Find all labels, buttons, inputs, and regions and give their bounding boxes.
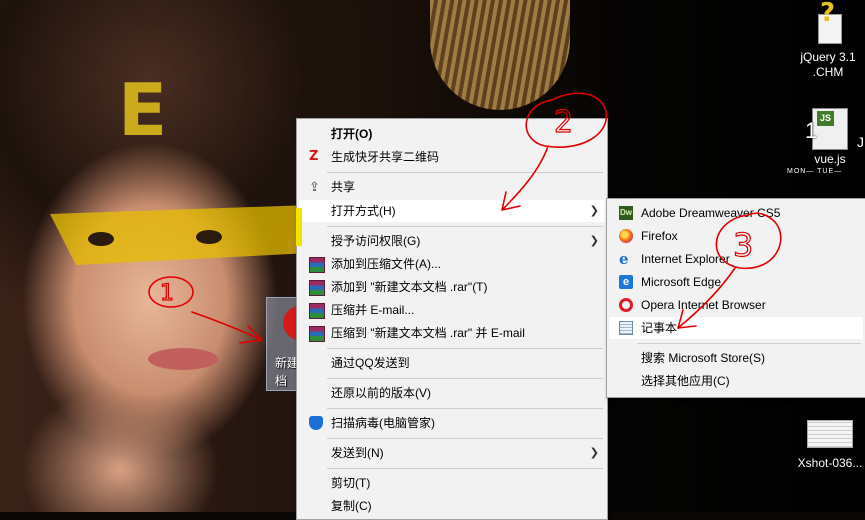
wallpaper-yellow-graphic: E bbox=[118, 68, 168, 152]
winrar-icon bbox=[309, 280, 325, 296]
menu-item-compress-rar-email[interactable]: 压缩到 "新建文本文档 .rar" 并 E-mail bbox=[299, 322, 605, 344]
winrar-icon bbox=[309, 257, 325, 273]
menu-item-add-to-rar[interactable]: 添加到 "新建文本文档 .rar"(T) bbox=[299, 276, 605, 298]
chm-file-icon: ? bbox=[814, 0, 842, 44]
menu-separator bbox=[637, 343, 861, 344]
desktop-icon-label: jQuery 3.1 bbox=[800, 50, 856, 64]
edge-icon: e bbox=[619, 275, 633, 289]
menu-item-grant-access[interactable]: 授予访问权限(G) ❯ bbox=[299, 230, 605, 252]
open-with-dreamweaver[interactable]: Dw Adobe Dreamweaver CS5 bbox=[609, 202, 863, 224]
desktop-icon-label: Xshot-036... bbox=[797, 456, 863, 470]
highlight-marker bbox=[296, 208, 302, 246]
menu-item-open-with[interactable]: 打开方式(H) ❯ bbox=[299, 200, 605, 222]
wallpaper-eye-left bbox=[88, 232, 114, 246]
chevron-right-icon: ❯ bbox=[589, 447, 599, 459]
dreamweaver-icon: Dw bbox=[619, 206, 633, 220]
share-icon: ⇪ bbox=[309, 179, 320, 194]
open-with-notepad[interactable]: 记事本 bbox=[609, 317, 863, 339]
menu-item-send-via-qq[interactable]: 通过QQ发送到 bbox=[299, 352, 605, 374]
wallpaper-lips bbox=[148, 348, 218, 370]
js-overlay-number: 1 bbox=[805, 118, 818, 143]
menu-item-copy[interactable]: 复制(C) bbox=[299, 495, 605, 517]
opera-icon bbox=[619, 298, 633, 312]
calendar-strip-text: MON— TUE— bbox=[787, 168, 843, 175]
menu-separator bbox=[327, 438, 603, 439]
desktop-icon-xshot[interactable]: Xshot-036... bbox=[795, 420, 865, 471]
wallpaper-eye-right bbox=[196, 230, 222, 244]
chevron-right-icon: ❯ bbox=[589, 205, 599, 217]
open-with-opera[interactable]: Opera Internet Browser bbox=[609, 294, 863, 316]
firefox-icon bbox=[619, 229, 633, 243]
menu-item-cut[interactable]: 剪切(T) bbox=[299, 472, 605, 494]
js-badge: JS bbox=[817, 111, 835, 126]
desktop-icon-partial-label: J bbox=[857, 134, 864, 150]
menu-separator bbox=[327, 226, 603, 227]
menu-separator bbox=[327, 378, 603, 379]
menu-item-add-to-archive[interactable]: 添加到压缩文件(A)... bbox=[299, 253, 605, 275]
winrar-icon bbox=[309, 303, 325, 319]
notepad-icon bbox=[619, 321, 633, 335]
context-menu: 打开(O) Z 生成快牙共享二维码 ⇪ 共享 打开方式(H) ❯ 授予访问权限(… bbox=[296, 118, 608, 520]
menu-item-restore-versions[interactable]: 还原以前的版本(V) bbox=[299, 382, 605, 404]
menu-item-compress-email[interactable]: 压缩并 E-mail... bbox=[299, 299, 605, 321]
ie-icon: e bbox=[619, 250, 629, 268]
menu-item-share[interactable]: ⇪ 共享 bbox=[299, 176, 605, 198]
kuaiya-icon: Z bbox=[309, 149, 319, 164]
js-file-icon: JS 1 bbox=[805, 108, 848, 150]
open-with-firefox[interactable]: Firefox bbox=[609, 225, 863, 247]
open-with-edge[interactable]: e Microsoft Edge bbox=[609, 271, 863, 293]
menu-separator bbox=[327, 172, 603, 173]
desktop-icon-label: .CHM bbox=[812, 65, 844, 79]
menu-item-kuaiya-qr[interactable]: Z 生成快牙共享二维码 bbox=[299, 146, 605, 168]
open-with-choose-other-app[interactable]: 选择其他应用(C) bbox=[609, 370, 863, 392]
winrar-icon bbox=[309, 326, 325, 342]
desktop-icon-vue-js[interactable]: JS 1 vue.js bbox=[800, 108, 860, 167]
menu-separator bbox=[327, 468, 603, 469]
menu-item-send-to[interactable]: 发送到(N) ❯ bbox=[299, 442, 605, 464]
shield-icon bbox=[309, 416, 323, 430]
menu-item-open[interactable]: 打开(O) bbox=[299, 123, 605, 145]
menu-item-virus-scan[interactable]: 扫描病毒(电脑管家) bbox=[299, 412, 605, 434]
open-with-submenu: Dw Adobe Dreamweaver CS5 Firefox e Inter… bbox=[606, 198, 865, 398]
chevron-right-icon: ❯ bbox=[589, 235, 599, 247]
image-file-icon bbox=[807, 420, 853, 448]
menu-separator bbox=[327, 348, 603, 349]
open-with-internet-explorer[interactable]: e Internet Explorer bbox=[609, 248, 863, 270]
open-with-search-store[interactable]: 搜索 Microsoft Store(S) bbox=[609, 347, 863, 369]
desktop-icon-label: vue.js bbox=[814, 152, 846, 166]
menu-separator bbox=[327, 408, 603, 409]
desktop-icon-jquery-chm[interactable]: ? jQuery 3.1 .CHM bbox=[793, 0, 863, 80]
